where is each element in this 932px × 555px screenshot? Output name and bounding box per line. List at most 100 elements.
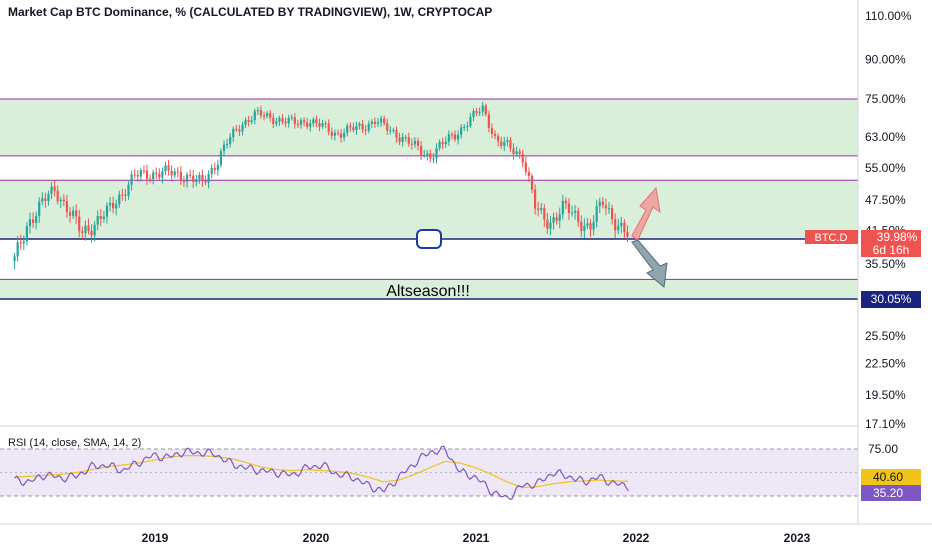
- x-tick-label: 2022: [623, 531, 650, 545]
- candle-body: [81, 231, 84, 234]
- candle-body: [115, 204, 118, 209]
- price-badge-countdown: 6d 16h: [873, 243, 910, 257]
- y-tick-label: 63.00%: [865, 130, 906, 144]
- candle-body: [229, 137, 232, 145]
- y-tick-label: 90.00%: [865, 52, 906, 66]
- candle-body: [358, 123, 361, 126]
- candle-body: [75, 210, 78, 217]
- candle-body: [558, 214, 561, 221]
- candle-body: [598, 201, 601, 207]
- candle-body: [447, 134, 450, 142]
- candle-body: [296, 124, 300, 126]
- candle-body: [142, 170, 146, 172]
- level-badge-value: 30.05%: [871, 292, 912, 306]
- candle-body: [512, 148, 515, 155]
- candle-body: [247, 120, 250, 122]
- candle-body: [306, 122, 309, 127]
- candle-body: [182, 180, 186, 182]
- candle-body: [90, 230, 93, 236]
- candle-body: [614, 219, 617, 231]
- chart-root: 110.00%90.00%75.00%63.00%55.00%47.50%41.…: [0, 0, 932, 550]
- candle-body: [19, 242, 22, 244]
- candle-body: [173, 171, 176, 176]
- candle-body: [241, 124, 244, 132]
- candle-body: [139, 170, 142, 177]
- candle-body: [93, 224, 96, 236]
- candle-body: [410, 143, 413, 145]
- candle-body: [179, 171, 182, 181]
- candle-body: [31, 219, 35, 223]
- candle-body: [481, 105, 484, 112]
- candle-body: [170, 170, 173, 176]
- candle-body: [533, 189, 537, 209]
- candle-body: [232, 128, 235, 138]
- candle-body: [509, 140, 512, 149]
- candle-body: [500, 141, 503, 146]
- candle-body: [546, 219, 549, 229]
- y-tick-label: 19.50%: [865, 388, 906, 402]
- candle-body: [84, 225, 87, 234]
- candle-body: [219, 151, 223, 165]
- candle-body: [583, 225, 586, 231]
- candle-body: [524, 162, 527, 173]
- candle-body: [299, 120, 303, 125]
- rsi-badge-value: 35.20: [873, 486, 903, 500]
- candle-body: [22, 241, 25, 244]
- candle-body: [284, 121, 287, 124]
- candle-body: [333, 132, 336, 136]
- candle-body: [28, 219, 32, 227]
- candle-body: [484, 105, 487, 115]
- candle-body: [561, 200, 564, 215]
- candle-body: [543, 208, 546, 220]
- candle-body: [330, 131, 333, 136]
- candle-body: [586, 223, 589, 226]
- candle-body: [518, 151, 521, 154]
- candle-body: [210, 167, 213, 174]
- candle-body: [121, 194, 124, 196]
- candle-body: [59, 199, 62, 202]
- rsi-sma-badge-value: 40.60: [873, 470, 903, 484]
- candle-body: [44, 198, 47, 201]
- candle-body: [497, 135, 500, 142]
- candle-body: [595, 206, 598, 222]
- candle-body: [53, 186, 56, 191]
- candle-body: [25, 226, 28, 242]
- candle-body: [78, 216, 81, 232]
- candle-body: [361, 123, 364, 130]
- candle-body: [530, 175, 534, 190]
- candle-body: [383, 118, 386, 124]
- candle-body: [207, 173, 210, 183]
- candle-body: [250, 120, 253, 122]
- zone-band-0: [0, 99, 858, 156]
- x-tick-label: 2021: [463, 531, 490, 545]
- candle-body: [269, 113, 272, 118]
- candle-body: [346, 125, 349, 133]
- y-tick-label: 25.50%: [865, 329, 906, 343]
- candle-body: [290, 117, 293, 119]
- candle-body: [50, 186, 53, 194]
- candle-body: [463, 127, 466, 129]
- candle-body: [216, 164, 219, 171]
- candle-body: [87, 225, 90, 231]
- candle-body: [192, 175, 195, 183]
- candle-body: [373, 121, 377, 124]
- candle-body: [475, 110, 478, 113]
- price-badge-value: 39.98%: [877, 230, 918, 244]
- candle-body: [318, 123, 321, 127]
- candle-body: [312, 119, 315, 124]
- candle-body: [293, 117, 296, 125]
- candle-body: [71, 210, 75, 216]
- candle-body: [47, 193, 50, 201]
- candle-body: [404, 136, 407, 138]
- candle-body: [426, 153, 429, 155]
- candle-body: [540, 208, 543, 211]
- candle-body: [370, 121, 373, 124]
- candle-body: [327, 123, 330, 132]
- candle-body: [244, 120, 247, 125]
- candle-body: [108, 202, 112, 206]
- candle-body: [321, 123, 324, 127]
- candle-body: [555, 217, 558, 221]
- candle-body: [604, 205, 608, 209]
- candle-body: [423, 154, 426, 156]
- candle-body: [493, 134, 497, 136]
